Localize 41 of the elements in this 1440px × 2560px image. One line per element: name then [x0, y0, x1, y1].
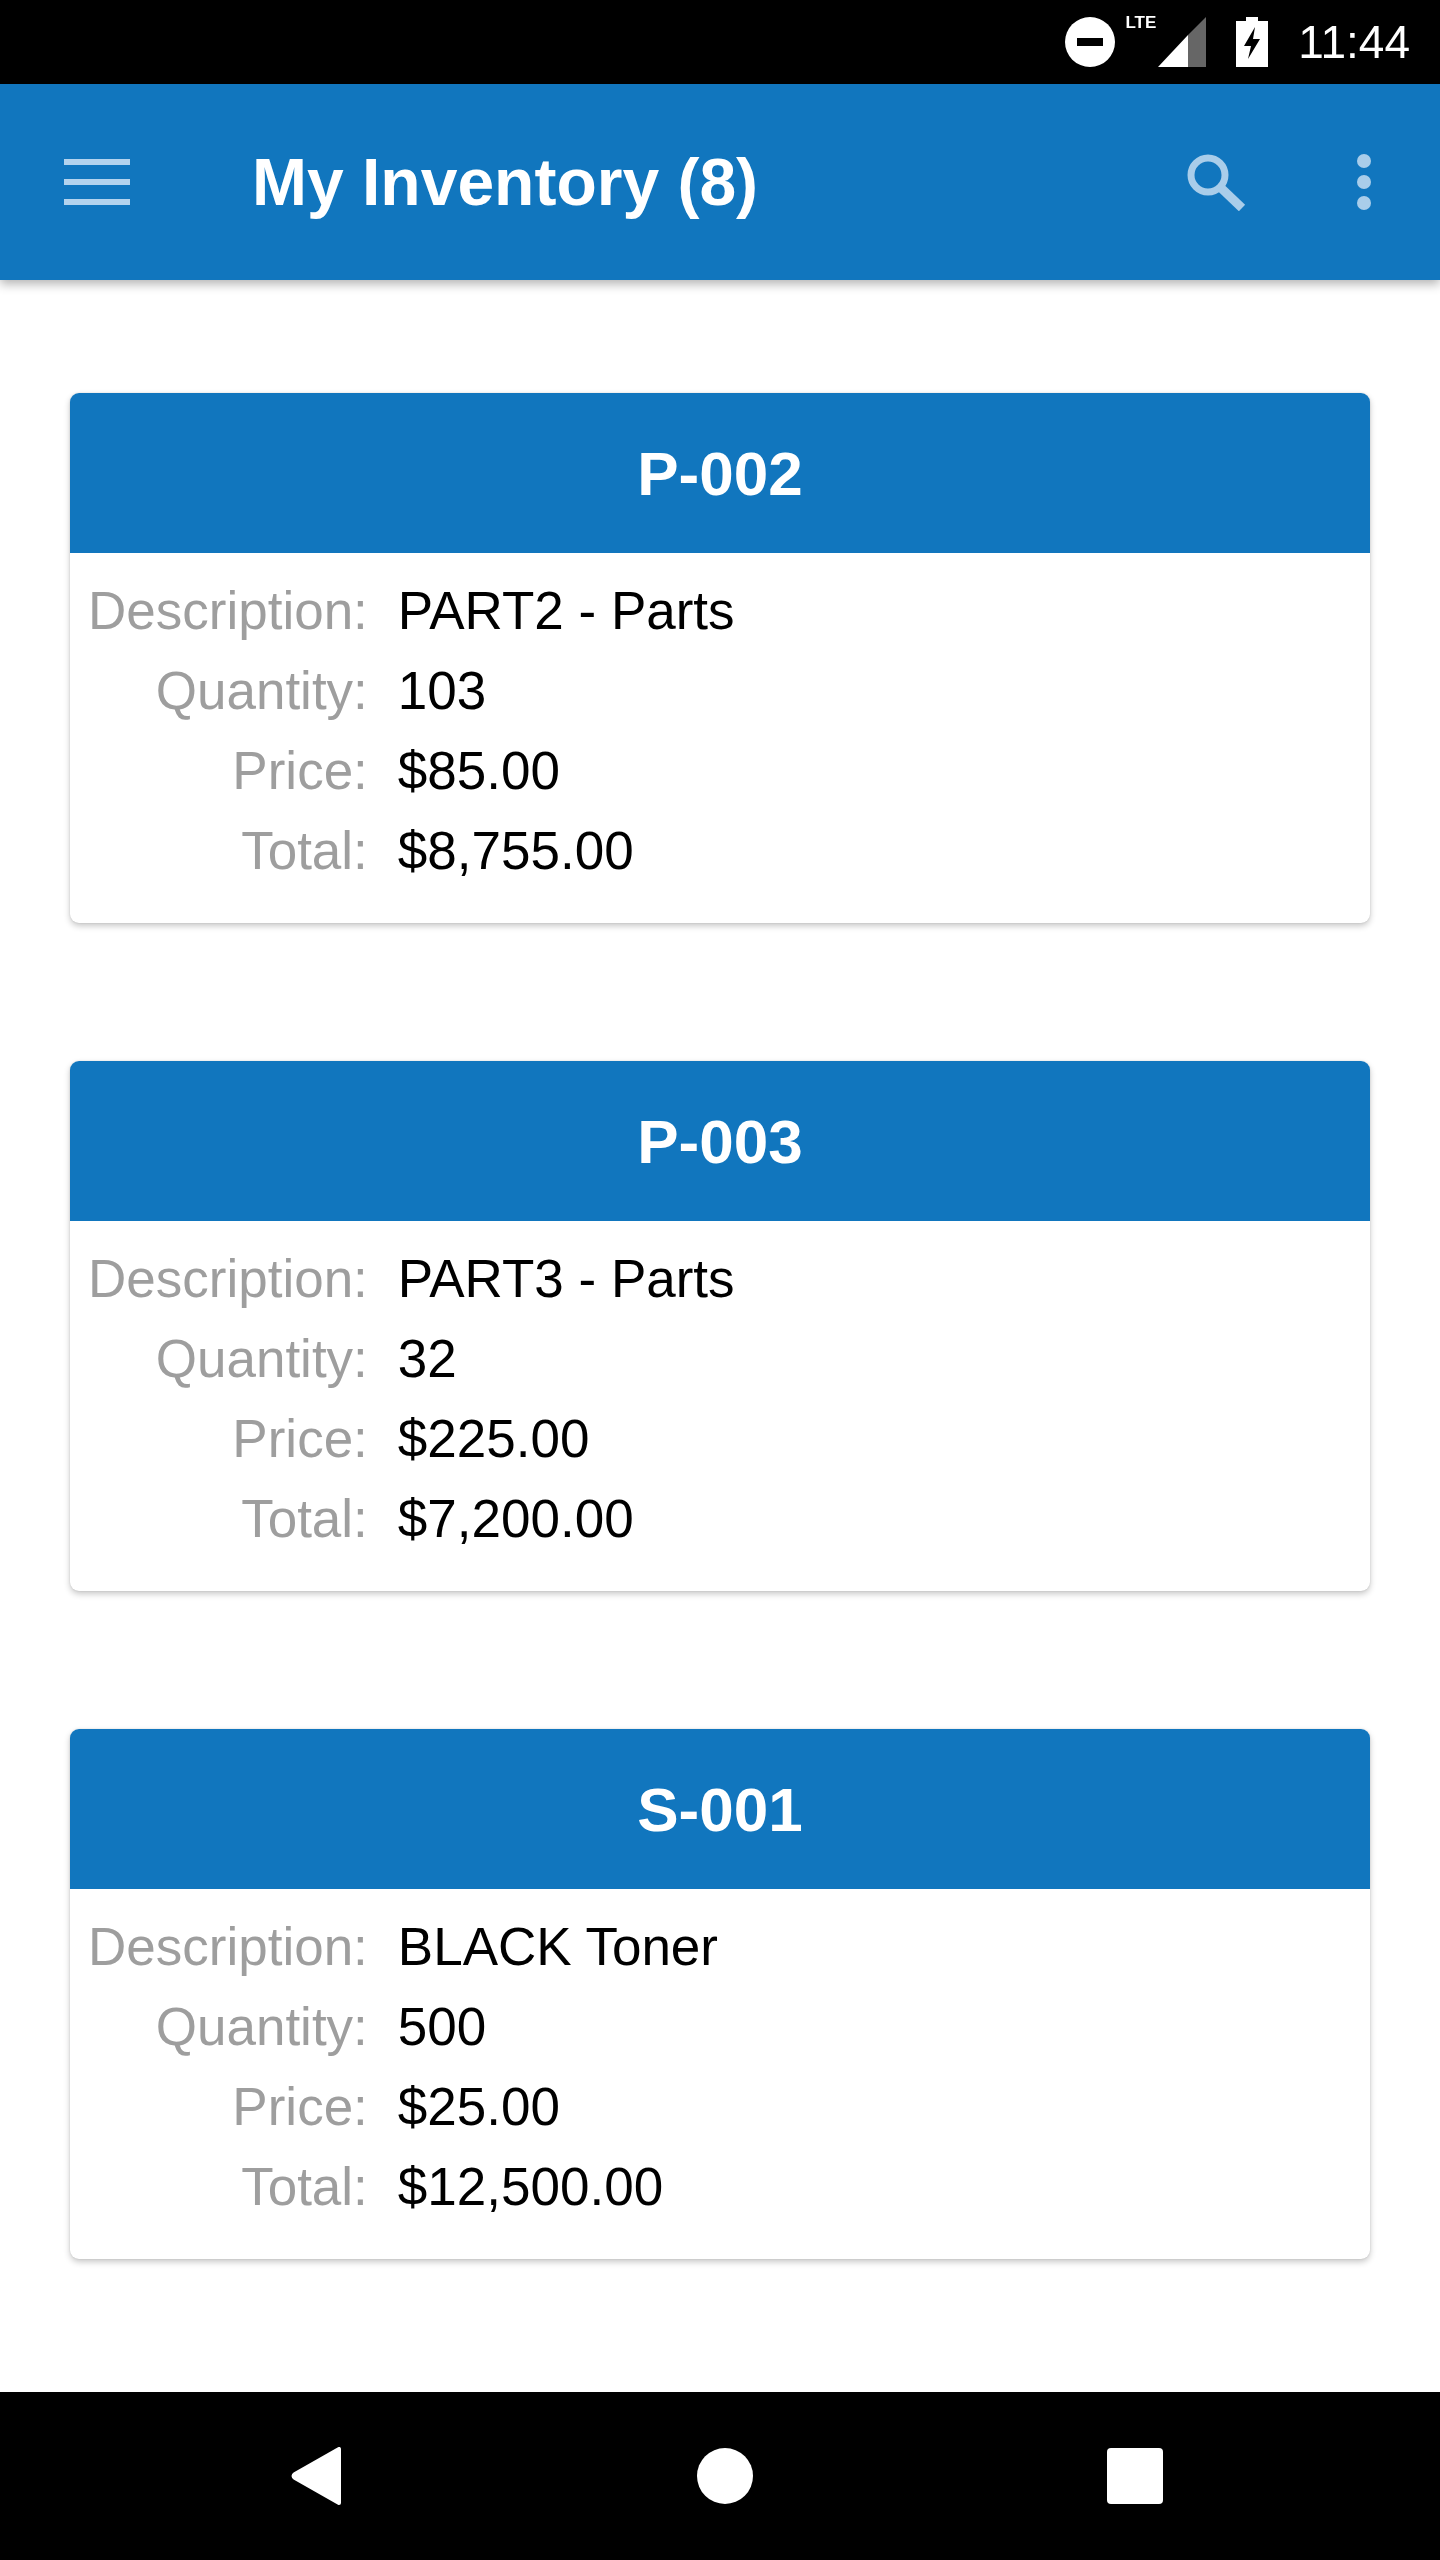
inventory-card[interactable]: P-002 Description: PART2 - Parts Quantity: 103 Price: $85.00 Total: $8,755.00 — [70, 393, 1370, 923]
field-value: PART2 - Parts — [397, 580, 735, 642]
field-label: Total: — [241, 1488, 368, 1550]
network-type-label: LTE — [1125, 14, 1157, 32]
field-label: Price: — [232, 740, 368, 802]
field-value: PART3 - Parts — [397, 1248, 735, 1310]
field-value: 500 — [397, 1996, 487, 2058]
search-icon[interactable] — [1186, 153, 1246, 211]
menu-icon[interactable] — [64, 159, 130, 205]
field-label: Description: — [88, 580, 368, 642]
field-value: $225.00 — [397, 1408, 590, 1470]
field-label: Description: — [88, 1248, 368, 1310]
card-header: S-001 — [70, 1729, 1370, 1889]
field-value: $85.00 — [397, 740, 560, 802]
field-label: Quantity: — [155, 1328, 368, 1390]
card-header: P-002 — [70, 393, 1370, 553]
clock-time: 11:44 — [1298, 17, 1410, 67]
field-value: 32 — [397, 1328, 457, 1390]
field-label: Quantity: — [155, 660, 368, 722]
field-value: $12,500.00 — [397, 2156, 664, 2218]
field-label: Total: — [241, 820, 368, 882]
field-label: Price: — [232, 1408, 368, 1470]
field-value: $8,755.00 — [397, 820, 634, 882]
field-value: $7,200.00 — [397, 1488, 634, 1550]
field-value: $25.00 — [397, 2076, 560, 2138]
inventory-card[interactable]: P-003 Description: PART3 - Parts Quantity: 32 Price: $225.00 Total: $7,200.00 — [70, 1061, 1370, 1591]
home-icon[interactable] — [697, 2448, 753, 2504]
field-label: Description: — [88, 1916, 368, 1978]
field-value: BLACK Toner — [397, 1916, 718, 1978]
battery-charging-icon — [1236, 17, 1269, 67]
signal-strength-icon — [1158, 17, 1207, 67]
minus-circle-icon — [1065, 17, 1116, 67]
field-label: Quantity: — [155, 1996, 368, 2058]
inventory-card[interactable]: S-001 Description: BLACK Toner Quantity: 500 Price: $25.00 Total: $12,500.00 — [70, 1729, 1370, 2259]
field-label: Total: — [241, 2156, 368, 2218]
app-title: My Inventory (8) — [252, 144, 760, 220]
card-header: P-003 — [70, 1061, 1370, 1221]
field-label: Price: — [232, 2076, 368, 2138]
field-value: 103 — [397, 660, 487, 722]
back-icon[interactable] — [291, 2447, 343, 2505]
more-options-icon[interactable] — [1357, 154, 1371, 210]
